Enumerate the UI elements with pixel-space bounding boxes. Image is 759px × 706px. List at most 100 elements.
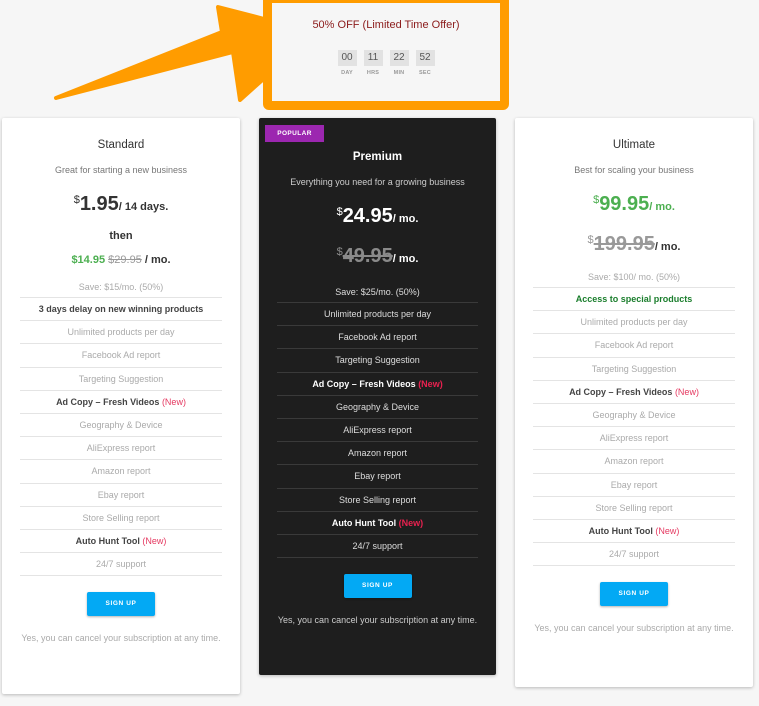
feature-item: Auto Hunt Tool (New) xyxy=(533,520,735,544)
feature-item: Unlimited products per day xyxy=(533,311,735,335)
feature-item: Ebay report xyxy=(533,474,735,497)
old-price-amount: 199.95 xyxy=(593,233,655,255)
feature-item: Targeting Suggestion xyxy=(277,349,478,373)
feature-text: Unlimited products per day xyxy=(323,309,432,319)
price-period: / mo. xyxy=(392,253,419,265)
feature-text: Auto Hunt Tool xyxy=(588,525,653,536)
feature-text: Targeting Suggestion xyxy=(78,373,164,384)
then-price: $14.95 $29.95 / mo. xyxy=(2,254,240,266)
feature-item: Amazon report xyxy=(277,442,478,466)
timer-label: HRS xyxy=(366,70,380,76)
feature-text: Store Selling report xyxy=(595,502,673,513)
then-label: then xyxy=(109,230,133,242)
feature-item: Facebook Ad report xyxy=(20,344,222,368)
sign-up-button[interactable]: SIGN UP xyxy=(343,574,412,599)
new-tag: (New) xyxy=(161,396,186,407)
feature-text: Geography & Device xyxy=(335,401,420,412)
then-new-price: $14.95 xyxy=(71,254,106,266)
feature-item: Ad Copy – Fresh Videos (New) xyxy=(277,373,478,396)
feature-text: AliExpress report xyxy=(343,424,412,435)
feature-item: Ad Copy – Fresh Videos (New) xyxy=(533,381,735,404)
feature-text: Amazon report xyxy=(91,466,151,477)
new-tag: (New) xyxy=(398,517,424,528)
feature-item: Store Selling report xyxy=(20,507,222,530)
save-text: Save: $15/mo. (50%) xyxy=(78,282,164,292)
feature-item: Store Selling report xyxy=(533,497,735,520)
feature-item: Unlimited products per day xyxy=(20,321,222,345)
feature-text: Ad Copy – Fresh Videos xyxy=(56,396,160,407)
feature-item: Targeting Suggestion xyxy=(20,368,222,391)
then-old-price: $29.95 xyxy=(108,254,142,266)
plan-price: $1.95/ 14 days. xyxy=(2,193,240,216)
plan-name: Premium xyxy=(352,151,403,163)
feature-item: Facebook Ad report xyxy=(533,334,735,358)
offer-title: 50% OFF (Limited Time Offer) xyxy=(312,19,460,31)
timer-value: 22 xyxy=(389,50,409,66)
plan-name: Standard xyxy=(97,139,145,151)
cancel-note: Yes, you can cancel your subscription at… xyxy=(534,623,734,634)
feature-text: Unlimited products per day xyxy=(67,327,175,338)
price-period: / mo. xyxy=(654,241,681,253)
plan-description: Great for starting a new business xyxy=(54,165,188,175)
price-period: / 14 days. xyxy=(118,201,169,213)
feature-text: Store Selling report xyxy=(338,494,417,505)
price-amount: 99.95 xyxy=(599,193,650,215)
feature-text: Ebay report xyxy=(354,471,401,482)
price-amount: 1.95 xyxy=(79,193,119,215)
cancel-note: Yes, you can cancel your subscription at… xyxy=(21,633,221,644)
plan-price: $99.95/ mo. xyxy=(515,193,753,216)
timer-value: 11 xyxy=(363,50,383,66)
cancel-note: Yes, you can cancel your subscription at… xyxy=(277,615,478,626)
feature-item: Amazon report xyxy=(533,450,735,474)
timer-hours: 11 HRS xyxy=(363,50,383,76)
feature-text: Unlimited products per day xyxy=(580,317,688,328)
feature-text: Ad Copy – Fresh Videos xyxy=(312,378,416,389)
feature-list: 3 days delay on new winning products Unli… xyxy=(20,297,222,577)
new-tag: (New) xyxy=(142,535,167,546)
feature-item: 24/7 support xyxy=(20,553,222,577)
feature-text: Auto Hunt Tool xyxy=(331,517,397,528)
feature-item: Ebay report xyxy=(277,465,478,489)
timer-label: DAY xyxy=(341,70,353,76)
offer-countdown-box: 50% OFF (Limited Time Offer) 00 DAY 11 H… xyxy=(263,0,509,110)
feature-text: Access to special products xyxy=(575,294,693,304)
feature-text: Amazon report xyxy=(347,448,408,459)
popular-badge: POPULAR xyxy=(265,125,324,142)
timer-days: 00 DAY xyxy=(337,50,357,76)
timer-label: SEC xyxy=(419,70,431,76)
sign-up-button[interactable]: SIGN UP xyxy=(87,592,155,617)
feature-item: AliExpress report xyxy=(533,427,735,451)
feature-item: Geography & Device xyxy=(20,414,222,438)
feature-item: 3 days delay on new winning products xyxy=(20,298,222,322)
plan-price: $24.95/ mo. xyxy=(259,205,496,228)
feature-text: 3 days delay on new winning products xyxy=(38,304,204,314)
old-price-amount: 49.95 xyxy=(342,245,393,267)
annotation-arrow-icon xyxy=(54,5,270,102)
price-period: / mo. xyxy=(392,213,419,225)
plan-description: Everything you need for a growing busine… xyxy=(290,177,465,187)
feature-text: Amazon report xyxy=(604,456,664,467)
new-tag: (New) xyxy=(674,386,699,397)
feature-item: AliExpress report xyxy=(277,419,478,443)
plan-card-premium: POPULAR Premium Everything you need for … xyxy=(259,118,496,675)
new-tag: (New) xyxy=(418,378,443,389)
feature-item: Geography & Device xyxy=(277,396,478,419)
feature-item: Targeting Suggestion xyxy=(533,358,735,381)
feature-text: 24/7 support xyxy=(95,559,147,570)
feature-text: Targeting Suggestion xyxy=(335,355,420,366)
feature-item: Access to special products xyxy=(533,288,735,312)
feature-text: Auto Hunt Tool xyxy=(75,535,140,546)
feature-text: Ebay report xyxy=(97,489,145,500)
timer-value: 00 xyxy=(337,50,357,66)
sign-up-button[interactable]: SIGN UP xyxy=(600,582,668,607)
feature-text: 24/7 support xyxy=(608,549,660,560)
feature-item: Amazon report xyxy=(20,460,222,484)
feature-item: Geography & Device xyxy=(533,404,735,428)
feature-list: Access to special products Unlimited prod… xyxy=(533,287,735,567)
feature-item: Ad Copy – Fresh Videos (New) xyxy=(20,391,222,414)
feature-item: AliExpress report xyxy=(20,437,222,461)
feature-text: Targeting Suggestion xyxy=(591,363,677,374)
feature-item: Ebay report xyxy=(20,484,222,507)
feature-item: Auto Hunt Tool (New) xyxy=(277,512,478,535)
plan-description: Best for scaling your business xyxy=(574,165,694,175)
